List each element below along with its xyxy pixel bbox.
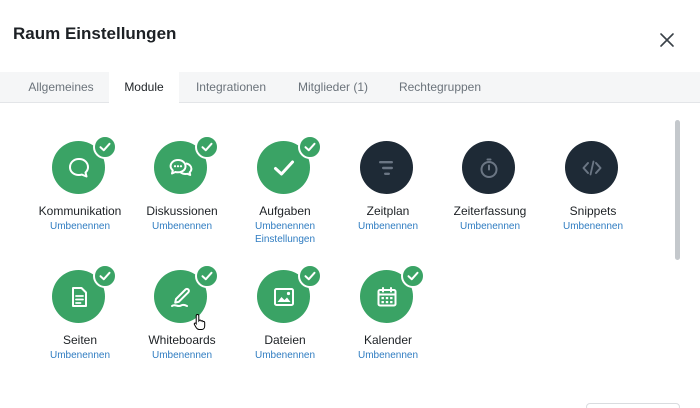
module-kommunikation[interactable]: Kommunikation Umbenennen	[28, 135, 132, 251]
module-diskussionen[interactable]: Diskussionen Umbenennen	[130, 135, 234, 251]
tab-integrationen[interactable]: Integrationen	[184, 72, 278, 103]
rename-link[interactable]: Umbenennen	[233, 350, 337, 361]
tab-rechtegruppen[interactable]: Rechtegruppen	[389, 72, 491, 103]
modules-panel: Kommunikation Umbenennen Diskussionen Um…	[0, 103, 700, 408]
module-dateien[interactable]: Dateien Umbenennen	[233, 264, 337, 380]
settings-link[interactable]: Einstellungen	[233, 234, 337, 245]
module-name: Zeitplan	[366, 204, 410, 218]
footer-button-edge[interactable]	[586, 403, 680, 408]
module-name: Zeiterfassung	[453, 204, 527, 218]
code-icon	[582, 160, 601, 175]
hand-cursor-icon	[193, 313, 207, 331]
module-aufgaben[interactable]: Aufgaben Umbenennen Einstellungen	[233, 135, 337, 261]
module-icon-circle	[360, 141, 413, 194]
enabled-check-icon[interactable]	[195, 135, 219, 159]
module-name: Dateien	[264, 333, 306, 347]
rename-link[interactable]: Umbenennen	[541, 221, 645, 232]
stopwatch-icon	[480, 158, 497, 178]
module-icon-circle	[462, 141, 515, 194]
chat-bubble-icon	[68, 157, 89, 177]
module-zeiterfassung[interactable]: Zeiterfassung Umbenennen	[438, 141, 542, 251]
enabled-check-icon[interactable]	[298, 135, 322, 159]
module-name: Seiten	[62, 333, 98, 347]
module-name: Kommunikation	[38, 204, 122, 218]
module-snippets[interactable]: Snippets Umbenennen	[541, 141, 645, 251]
rename-link[interactable]: Umbenennen	[438, 221, 542, 232]
rename-link[interactable]: Umbenennen	[28, 221, 132, 232]
module-name: Whiteboards	[148, 333, 216, 347]
checkmark-icon	[273, 160, 294, 175]
module-name: Kalender	[363, 333, 413, 347]
tab-mitglieder[interactable]: Mitglieder (1)	[287, 72, 379, 103]
rename-link[interactable]: Umbenennen	[130, 221, 234, 232]
scrollbar-thumb[interactable]	[675, 120, 680, 260]
module-name: Snippets	[569, 204, 617, 218]
rename-link[interactable]: Umbenennen	[336, 221, 440, 232]
discussion-icon	[169, 158, 192, 176]
module-zeitplan[interactable]: Zeitplan Umbenennen	[336, 141, 440, 251]
close-button[interactable]	[656, 29, 678, 51]
tab-module[interactable]: Module	[109, 72, 179, 104]
rename-link[interactable]: Umbenennen	[130, 350, 234, 361]
enabled-check-icon[interactable]	[298, 264, 322, 288]
enabled-check-icon[interactable]	[401, 264, 425, 288]
module-name: Diskussionen	[146, 204, 218, 218]
calendar-icon	[377, 286, 396, 306]
rename-link[interactable]: Umbenennen	[233, 221, 337, 232]
module-icon-circle	[565, 141, 618, 194]
module-whiteboards[interactable]: Whiteboards Umbenennen	[130, 264, 234, 380]
tab-bar: Allgemeines Module Integrationen Mitglie…	[0, 72, 700, 104]
enabled-check-icon[interactable]	[93, 135, 117, 159]
rename-link[interactable]: Umbenennen	[336, 350, 440, 361]
module-kalender[interactable]: Kalender Umbenennen	[336, 264, 440, 380]
timeline-icon	[378, 160, 393, 175]
tab-allgemeines[interactable]: Allgemeines	[14, 72, 108, 103]
enabled-check-icon[interactable]	[195, 264, 219, 288]
image-icon	[273, 287, 294, 306]
module-seiten[interactable]: Seiten Umbenennen	[28, 264, 132, 380]
document-icon	[71, 286, 87, 307]
pen-icon	[170, 287, 190, 307]
enabled-check-icon[interactable]	[93, 264, 117, 288]
rename-link[interactable]: Umbenennen	[28, 350, 132, 361]
dialog-title: Raum Einstellungen	[13, 24, 177, 43]
close-icon	[660, 33, 674, 47]
module-name: Aufgaben	[259, 204, 311, 218]
